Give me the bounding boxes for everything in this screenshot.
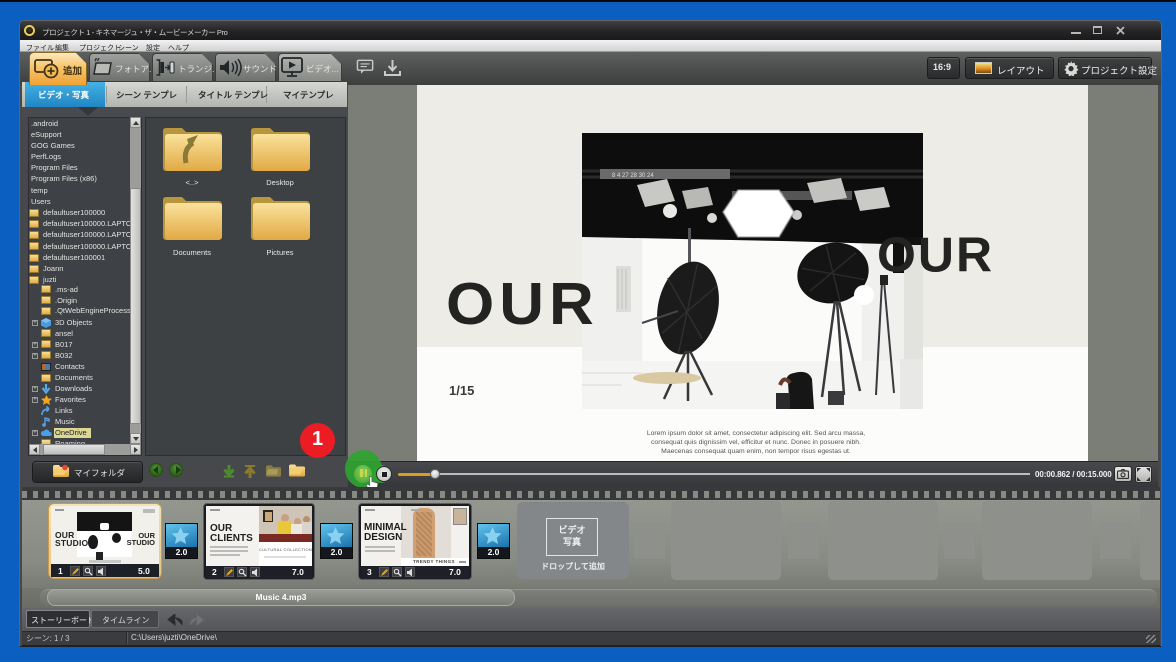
svg-text:8 4 27 28 30 24: 8 4 27 28 30 24 <box>612 173 654 179</box>
